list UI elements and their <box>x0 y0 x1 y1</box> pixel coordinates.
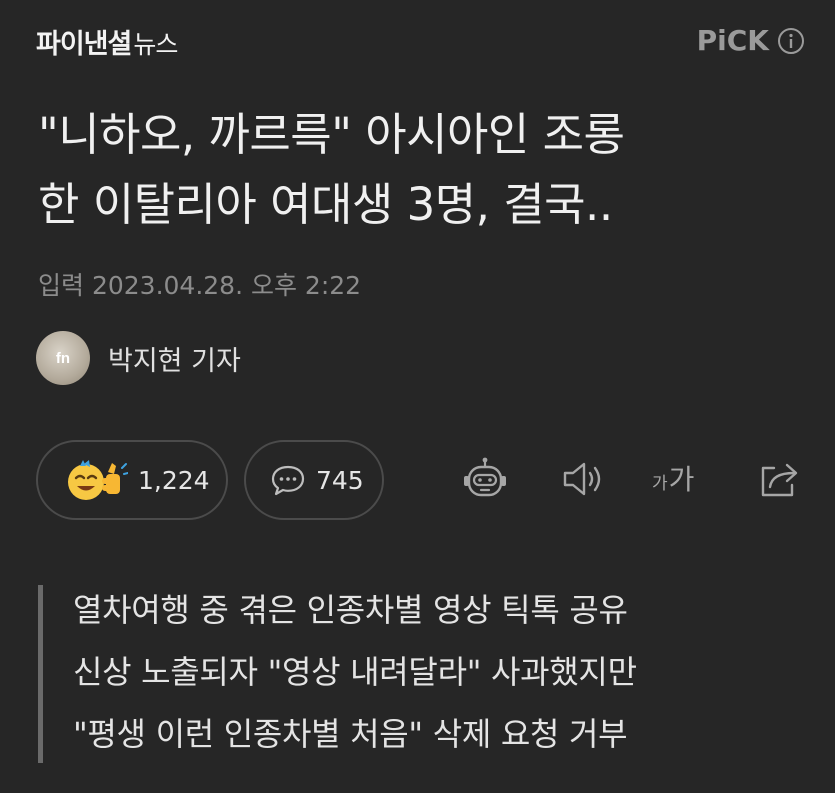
like-count: 1,224 <box>138 465 210 495</box>
author-name[interactable]: 박지현 기자 <box>108 339 241 378</box>
comment-count: 745 <box>316 465 364 495</box>
pick-label: PiCK <box>696 24 769 57</box>
info-circle-icon[interactable] <box>777 27 805 55</box>
clap-emoji-icon <box>68 460 128 500</box>
robot-summary-icon[interactable] <box>462 456 508 502</box>
font-size-large-label: 가 <box>668 463 695 496</box>
summary-line-3: "평생 이런 인종차별 처음" 삭제 요청 거부 <box>73 715 628 753</box>
article-headline: "니하오, 까르륵" 아시아인 조롱 한 이탈리아 여대생 3명, 결국.. <box>38 100 808 240</box>
author-row[interactable]: fn 박지현 기자 <box>36 330 241 386</box>
speaker-icon[interactable] <box>560 456 606 502</box>
article-page: 파이낸셜 뉴스 PiCK "니하오, 까르륵" 아시아인 조롱 한 이탈리아 여… <box>0 0 835 793</box>
author-avatar[interactable]: fn <box>36 331 90 385</box>
article-summary: 열차여행 중 겪은 인종차별 영상 틱톡 공유 신상 노출되자 "영상 내려달라… <box>38 585 798 763</box>
font-size-button[interactable]: 가 가 <box>652 458 694 498</box>
reaction-button[interactable]: 1,224 <box>36 440 228 520</box>
top-bar: 파이낸셜 뉴스 PiCK <box>0 0 835 82</box>
comment-bubble-icon <box>271 465 305 496</box>
headline-line-2: 한 이탈리아 여대생 3명, 결국.. <box>38 178 613 231</box>
summary-line-2: 신상 노출되자 "영상 내려달라" 사과했지만 <box>73 653 637 691</box>
font-size-small-label: 가 <box>652 474 668 494</box>
comment-button[interactable]: 745 <box>244 440 384 520</box>
summary-line-1: 열차여행 중 겪은 인종차별 영상 틱톡 공유 <box>73 591 628 629</box>
pick-badge[interactable]: PiCK <box>697 24 805 57</box>
brand-suffix: 뉴스 <box>133 30 178 59</box>
headline-line-1: "니하오, 까르륵" 아시아인 조롱 <box>38 108 625 161</box>
brand-name: 파이낸셜 <box>36 29 132 60</box>
press-logo[interactable]: 파이낸셜 뉴스 <box>36 22 178 61</box>
published-timestamp: 입력 2023.04.28. 오후 2:22 <box>38 271 362 300</box>
share-icon[interactable] <box>756 456 802 502</box>
